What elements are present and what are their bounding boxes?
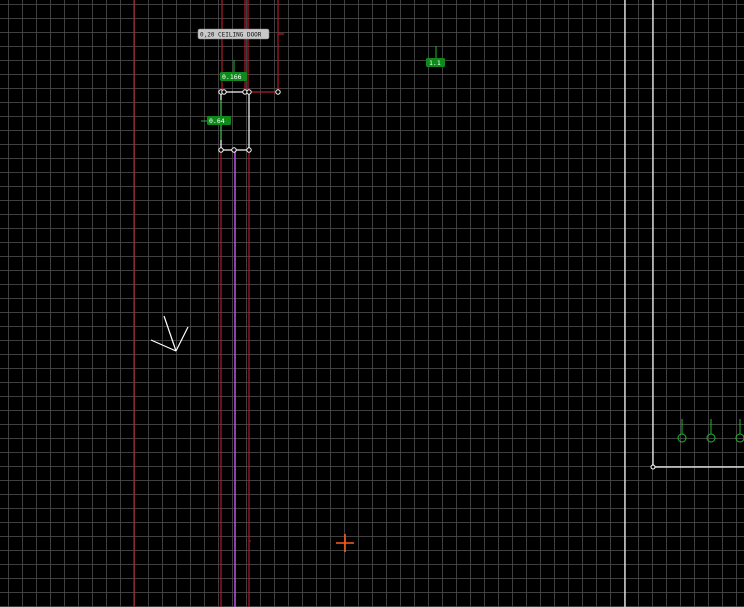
dimension-tag-top[interactable]: 0.166 — [220, 60, 247, 81]
crosshair-cursor-icon — [336, 534, 354, 552]
vertex-handle[interactable] — [246, 89, 252, 95]
vertex-handle[interactable] — [650, 464, 656, 470]
dimension-tag-left-text: 0.64 — [209, 117, 225, 125]
editor-2d-viewport[interactable]: 0,20 CEILING DOOR 0.166 0.64 1.1 — [0, 0, 744, 607]
dimension-tag-left[interactable]: 0.64 — [201, 116, 231, 125]
circle-marker-icon[interactable] — [677, 419, 687, 443]
camera-frustum-icon[interactable] — [150, 315, 189, 352]
vertex-handle[interactable] — [275, 89, 281, 95]
entity-markers[interactable] — [677, 419, 744, 443]
vertex-handle[interactable] — [246, 147, 252, 153]
dimension-tag-right[interactable]: 1.1 — [426, 46, 445, 67]
ceiling-door-label-text: 0,20 CEILING DOOR — [200, 32, 262, 39]
circle-marker-icon[interactable] — [706, 419, 716, 443]
vertex-handle[interactable] — [221, 89, 227, 95]
dimension-tag-top-text: 0.166 — [222, 73, 242, 81]
entity-label-ceiling-door[interactable]: 0,20 CEILING DOOR — [197, 28, 270, 40]
scene-canvas[interactable]: 0,20 CEILING DOOR 0.166 0.64 1.1 — [0, 0, 744, 607]
circle-marker-icon[interactable] — [735, 419, 744, 443]
dimension-tag-right-text: 1.1 — [429, 59, 441, 67]
vertex-handle[interactable] — [218, 147, 224, 153]
vertex-handle[interactable] — [231, 147, 237, 153]
